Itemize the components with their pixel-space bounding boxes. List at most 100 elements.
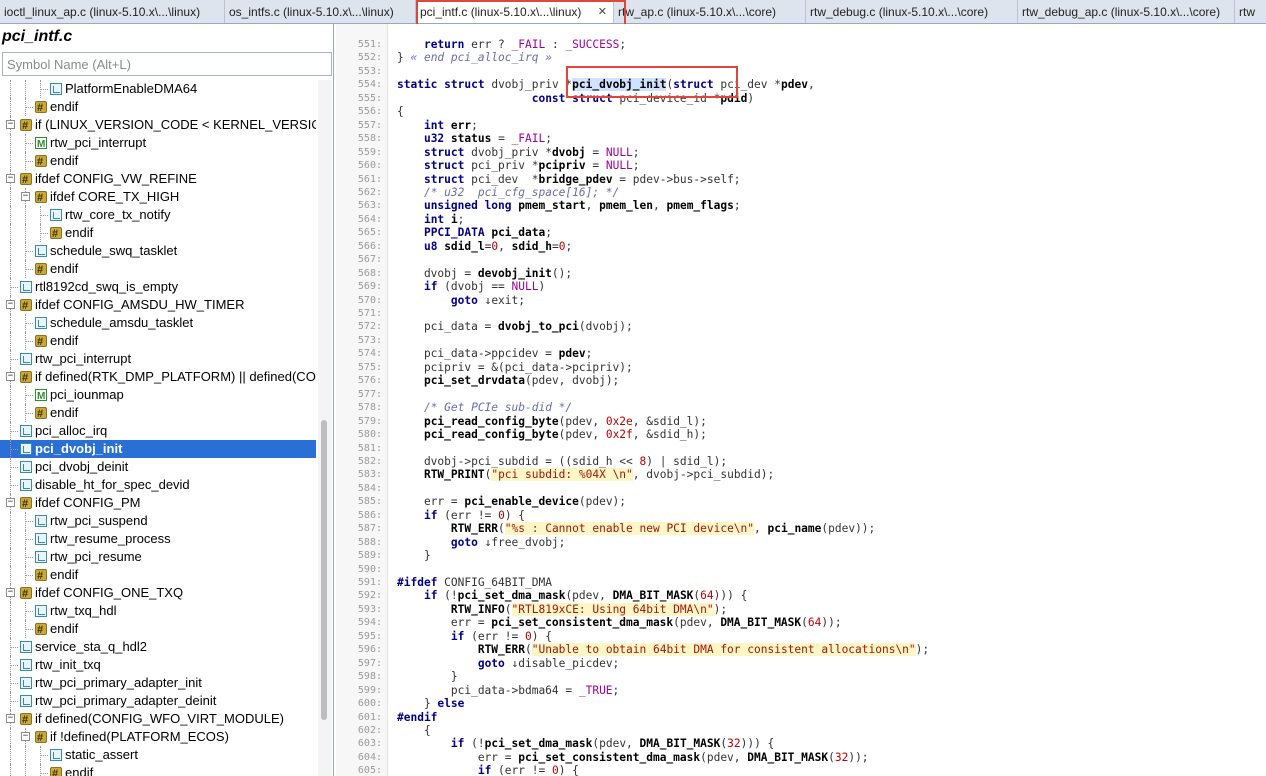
code-line[interactable]: /* Get PCIe sub-did */ xyxy=(397,401,572,414)
tree-item[interactable]: − if (LINUX_VERSION_CODE < KERNEL_VERSION… xyxy=(0,116,316,134)
code-line[interactable]: u8 sdid_l=0, sdid_h=0; xyxy=(397,240,572,253)
sidebar-scrollbar[interactable] xyxy=(318,80,332,776)
tree-item[interactable]: schedule_amsdu_tasklet xyxy=(0,314,316,332)
tree-item[interactable]: pci_dvobj_init xyxy=(0,440,316,458)
code-line[interactable]: RTW_PRINT("pci subdid: %04X \n", dvobj->… xyxy=(397,468,774,482)
code-line[interactable]: { xyxy=(397,724,431,737)
tree-item[interactable]: − ifdef CONFIG_VW_REFINE xyxy=(0,170,316,188)
code-line[interactable]: if (err != 0) { xyxy=(397,764,579,776)
tree-item[interactable]: PlatformEnableDMA64 xyxy=(0,80,316,98)
code-line[interactable]: struct dvobj_priv *dvobj = NULL; xyxy=(397,146,640,159)
tree-item[interactable]: rtw_pci_primary_adapter_deinit xyxy=(0,692,316,710)
code-line[interactable]: pci_data->bdma64 = _TRUE; xyxy=(397,684,619,697)
code-line[interactable]: pcipriv = &(pci_data->pcipriv); xyxy=(397,361,633,374)
collapse-icon[interactable]: − xyxy=(6,372,15,381)
tree-item[interactable]: rtw_pci_interrupt xyxy=(0,350,316,368)
code-line[interactable]: if (err != 0) { xyxy=(397,630,552,643)
code-line[interactable]: } else xyxy=(397,697,464,710)
code-line[interactable]: } xyxy=(397,670,458,683)
code-line[interactable]: return err ? _FAIL : _SUCCESS; xyxy=(397,38,626,51)
tree-item[interactable]: − if defined(RTK_DMP_PLATFORM) || defined… xyxy=(0,368,316,386)
sidebar-scroll-thumb[interactable] xyxy=(321,420,327,720)
collapse-icon[interactable]: − xyxy=(6,300,15,309)
code-line[interactable]: goto ↓disable_picdev; xyxy=(397,657,619,670)
tree-item[interactable]: − ifdef CONFIG_PM xyxy=(0,494,316,512)
tree-item[interactable]: endif xyxy=(0,260,316,278)
code-line[interactable]: if (dvobj == NULL) xyxy=(397,280,545,293)
tab-3[interactable]: rtw_ap.c (linux-5.10.x\...\core) xyxy=(614,0,806,23)
tree-item[interactable]: rtw_pci_suspend xyxy=(0,512,316,530)
tab-2[interactable]: pci_intf.c (linux-5.10.x\...\linux) ✕ xyxy=(416,0,614,23)
code-line[interactable]: u32 status = _FAIL; xyxy=(397,132,552,145)
tree-item[interactable]: endif xyxy=(0,98,316,116)
code-line[interactable]: pci_set_drvdata(pdev, dvobj); xyxy=(397,374,619,387)
code-line[interactable]: dvobj = devobj_init(); xyxy=(397,267,572,280)
tree-item[interactable]: rtl8192cd_swq_is_empty xyxy=(0,278,316,296)
code-line[interactable]: } « end pci_alloc_irq » xyxy=(397,51,552,64)
tab-4[interactable]: rtw_debug.c (linux-5.10.x\...\core) xyxy=(806,0,1018,23)
code-line[interactable]: goto ↓exit; xyxy=(397,294,525,307)
tree-item[interactable]: − ifdef CONFIG_AMSDU_HW_TIMER xyxy=(0,296,316,314)
tab-5[interactable]: rtw_debug_ap.c (linux-5.10.x\...\core) xyxy=(1018,0,1235,23)
code-line[interactable]: { xyxy=(397,105,404,118)
collapse-icon[interactable]: − xyxy=(21,192,30,201)
code-line[interactable]: #ifdef CONFIG_64BIT_DMA xyxy=(397,576,552,589)
code-line[interactable]: dvobj->pci_subdid = ((sdid_h << 8) | sdi… xyxy=(397,455,727,468)
code-line[interactable]: if (!pci_set_dma_mask(pdev, DMA_BIT_MASK… xyxy=(397,589,747,602)
code-line[interactable]: RTW_ERR("Unable to obtain 64bit DMA for … xyxy=(397,643,929,657)
code-line[interactable]: PPCI_DATA pci_data; xyxy=(397,226,552,239)
tree-item[interactable]: endif xyxy=(0,620,316,638)
tree-item[interactable]: rtw_pci_resume xyxy=(0,548,316,566)
tree-item[interactable]: rtw_pci_primary_adapter_init xyxy=(0,674,316,692)
tree-item[interactable]: schedule_swq_tasklet xyxy=(0,242,316,260)
code-editor[interactable]: 551: 552: 553: 554: 555: 556: 557: 558: 559: 560:… xyxy=(336,24,1266,776)
code-line[interactable]: struct pci_priv *pcipriv = NULL; xyxy=(397,159,640,172)
code-line[interactable]: if (err != 0) { xyxy=(397,509,525,522)
code-line[interactable]: if (!pci_set_dma_mask(pdev, DMA_BIT_MASK… xyxy=(397,737,774,750)
tree-item[interactable]: − ifdef CORE_TX_HIGH xyxy=(0,188,316,206)
code-line[interactable]: pci_read_config_byte(pdev, 0x2e, &sdid_l… xyxy=(397,415,707,428)
collapse-icon[interactable]: − xyxy=(6,120,15,129)
code-line[interactable]: #endif xyxy=(397,711,437,724)
code-line[interactable]: RTW_INFO("RTL819xCE: Using 64bit DMA\n")… xyxy=(397,602,727,616)
tree-item[interactable]: endif xyxy=(0,404,316,422)
tree-item[interactable]: − if !defined(PLATFORM_ECOS) xyxy=(0,728,316,746)
close-icon[interactable]: ✕ xyxy=(598,0,607,23)
collapse-icon[interactable]: − xyxy=(6,174,15,183)
collapse-icon[interactable]: − xyxy=(6,588,15,597)
tab-1[interactable]: os_intfs.c (linux-5.10.x\...\linux) xyxy=(225,0,416,23)
collapse-icon[interactable]: − xyxy=(21,732,30,741)
tree-item[interactable]: rtw_pci_interrupt xyxy=(0,134,316,152)
tree-item[interactable]: service_sta_q_hdl2 xyxy=(0,638,316,656)
tree-item[interactable]: endif xyxy=(0,764,316,776)
tree-item[interactable]: rtw_txq_hdl xyxy=(0,602,316,620)
tree-item[interactable]: static_assert xyxy=(0,746,316,764)
tree-item[interactable]: rtw_resume_process xyxy=(0,530,316,548)
code-line[interactable]: } xyxy=(397,549,431,562)
code-line[interactable]: pci_data = dvobj_to_pci(dvobj); xyxy=(397,320,633,333)
collapse-icon[interactable]: − xyxy=(6,714,15,723)
code-line[interactable]: static struct dvobj_priv *pci_dvobj_init… xyxy=(397,78,815,92)
tree-item[interactable]: endif xyxy=(0,152,316,170)
tree-item[interactable]: rtw_init_txq xyxy=(0,656,316,674)
tree-item[interactable]: pci_iounmap xyxy=(0,386,316,404)
tree-item[interactable]: endif xyxy=(0,224,316,242)
tree-item[interactable]: endif xyxy=(0,332,316,350)
collapse-icon[interactable]: − xyxy=(6,498,15,507)
tree-item[interactable]: − ifdef CONFIG_ONE_TXQ xyxy=(0,584,316,602)
tree-item[interactable]: pci_dvobj_deinit xyxy=(0,458,316,476)
code-line[interactable]: int err; xyxy=(397,119,478,132)
code-line[interactable]: int i; xyxy=(397,213,464,226)
code-line[interactable]: /* u32 pci_cfg_space[16]; */ xyxy=(397,186,619,199)
code-line[interactable]: RTW_ERR("%s : Cannot enable new PCI devi… xyxy=(397,522,875,536)
code-line[interactable]: unsigned long pmem_start, pmem_len, pmem… xyxy=(397,199,741,212)
tab-6[interactable]: rtw xyxy=(1235,0,1266,23)
code-line[interactable]: err = pci_set_consistent_dma_mask(pdev, … xyxy=(397,751,869,764)
tree-item[interactable]: disable_ht_for_spec_devid xyxy=(0,476,316,494)
code-line[interactable]: pci_data->ppcidev = pdev; xyxy=(397,347,592,360)
tab-0[interactable]: ioctl_linux_ap.c (linux-5.10.x\...\linux… xyxy=(0,0,225,23)
code-line[interactable]: pci_read_config_byte(pdev, 0x2f, &sdid_h… xyxy=(397,428,707,441)
tree-item[interactable]: rtw_core_tx_notify xyxy=(0,206,316,224)
code-line[interactable]: struct pci_dev *bridge_pdev = pdev->bus-… xyxy=(397,173,741,186)
tree-item[interactable]: − if defined(CONFIG_WFO_VIRT_MODULE) xyxy=(0,710,316,728)
